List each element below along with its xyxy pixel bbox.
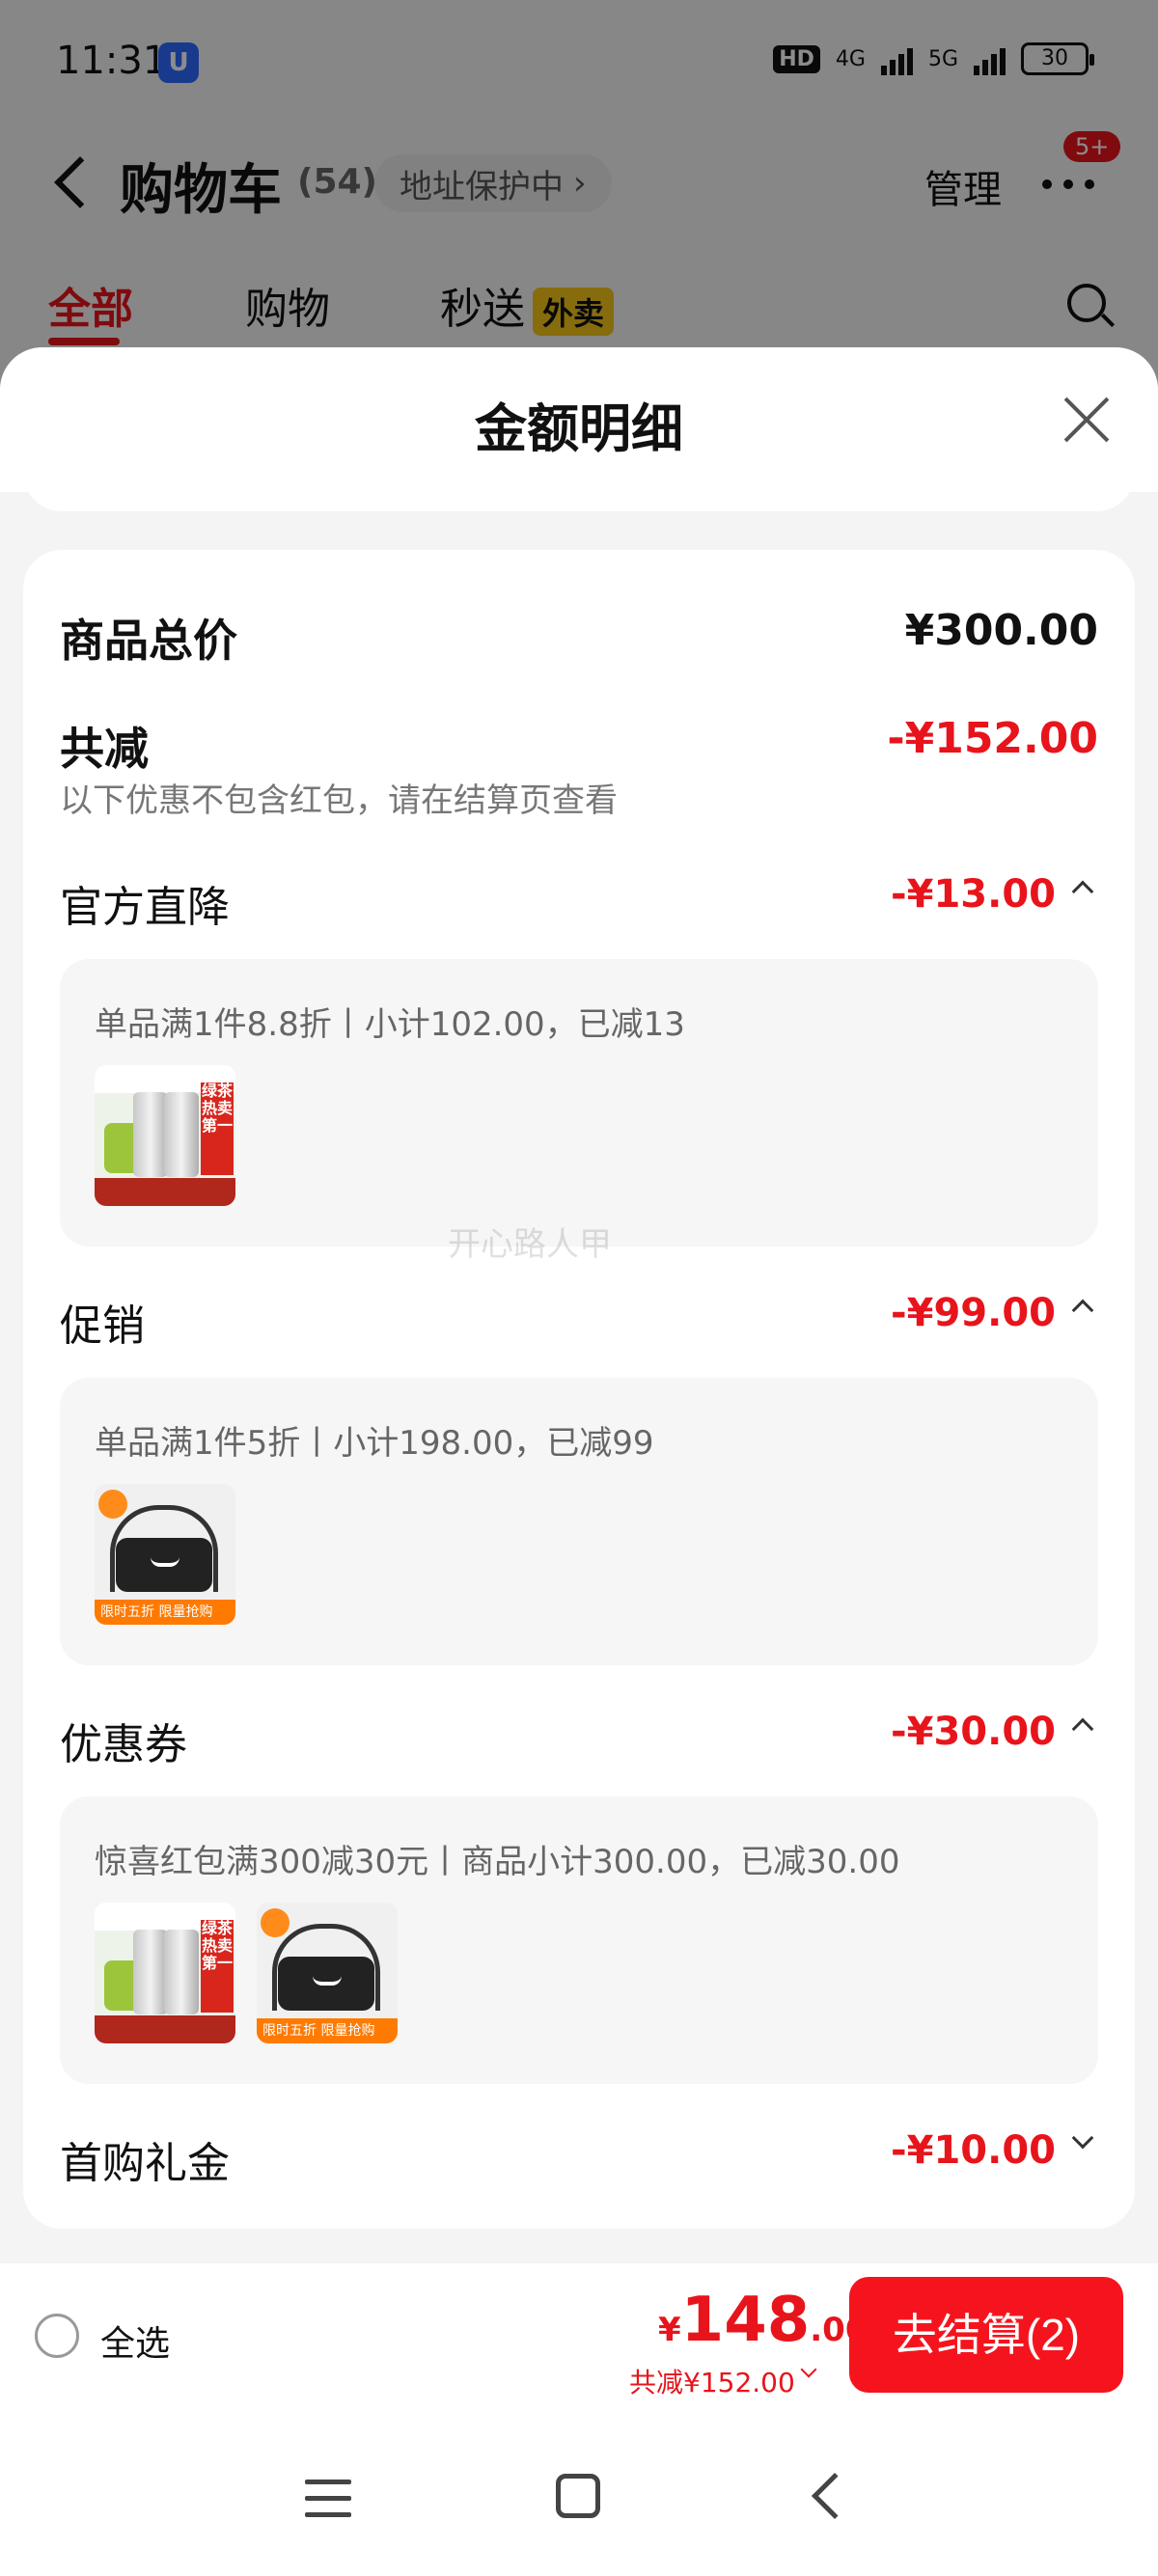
product-tag-tea: 绿茶热卖第一 — [201, 1082, 234, 1175]
goods-total-value: ¥300.00 — [904, 606, 1098, 655]
goods-total-row: 商品总价 ¥300.00 — [60, 606, 1098, 667]
total-price: ¥ 148 .00 — [658, 2285, 868, 2356]
section-label: 促销 — [60, 1302, 145, 1351]
system-nav-bar — [0, 2408, 1158, 2576]
total-discount-value: -¥152.00 — [887, 714, 1098, 763]
product-thumbnail-bag[interactable]: 限时五折 限量抢购 — [257, 1903, 398, 2043]
checkout-button[interactable]: 去结算(2) — [849, 2277, 1123, 2393]
recent-apps-icon[interactable] — [305, 2480, 351, 2518]
section-amount: -¥10.00 — [891, 2128, 1056, 2173]
product-tag-bag: 限时五折 限量抢购 — [257, 2018, 398, 2043]
close-icon[interactable] — [1062, 394, 1112, 444]
chevron-up-icon[interactable] — [1071, 1717, 1094, 1740]
product-tag-tea: 绿茶热卖第一 — [201, 1920, 234, 2013]
home-icon[interactable] — [556, 2474, 600, 2518]
section-detail-text: 单品满1件8.8折丨小计102.00，已减13 — [95, 1005, 685, 1044]
chevron-up-icon[interactable] — [1071, 880, 1094, 903]
amount-detail-sheet: 金额明细 商品总价 ¥300.00 共减 -¥152.00 以下优惠不包含红包，… — [0, 347, 1158, 2267]
saved-amount[interactable]: 共减¥152.00 — [629, 2362, 795, 2400]
chevron-up-icon[interactable] — [1071, 1299, 1094, 1322]
discount-note: 以下优惠不包含红包，请在结算页查看 — [60, 781, 618, 820]
total-discount-label: 共减 — [60, 723, 149, 775]
section-label: 首购礼金 — [60, 2139, 230, 2188]
total-discount-row: 共减 -¥152.00 以下优惠不包含红包，请在结算页查看 — [60, 714, 1098, 820]
section-detail-text: 单品满1件5折丨小计198.00，已减99 — [95, 1424, 654, 1463]
checkout-bar: 全选 ¥ 148 .00 共减¥152.00 去结算(2) — [0, 2263, 1158, 2408]
section-coupon[interactable]: 优惠券 -¥30.00 — [60, 1710, 1098, 1769]
section-detail-box: 单品满1件8.8折丨小计102.00，已减13 绿茶热卖第一 — [60, 959, 1098, 1247]
section-label: 官方直降 — [60, 883, 230, 932]
select-all-radio[interactable] — [35, 2314, 79, 2358]
product-tag-bag: 限时五折 限量抢购 — [95, 1600, 235, 1625]
total-currency: ¥ — [658, 2311, 681, 2349]
chevron-down-icon[interactable] — [1071, 2126, 1094, 2150]
section-amount: -¥13.00 — [891, 872, 1056, 917]
chevron-down-icon[interactable] — [800, 2361, 817, 2378]
section-detail-box: 单品满1件5折丨小计198.00，已减99 限时五折 限量抢购 — [60, 1378, 1098, 1665]
product-thumbnail-tea[interactable]: 绿茶热卖第一 — [95, 1903, 235, 2043]
product-thumbnail-tea[interactable]: 绿茶热卖第一 — [95, 1065, 235, 1206]
section-official-cut[interactable]: 官方直降 -¥13.00 — [60, 872, 1098, 932]
product-thumbnail-bag[interactable]: 限时五折 限量抢购 — [95, 1484, 235, 1625]
back-nav-icon[interactable] — [811, 2472, 859, 2520]
section-label: 优惠券 — [60, 1720, 187, 1769]
section-amount: -¥30.00 — [891, 1710, 1056, 1754]
section-amount: -¥99.00 — [891, 1291, 1056, 1335]
amount-detail-card: 商品总价 ¥300.00 共减 -¥152.00 以下优惠不包含红包，请在结算页… — [23, 550, 1135, 2229]
total-integer: 148 — [680, 2285, 811, 2356]
sheet-title: 金额明细 — [475, 398, 683, 459]
goods-total-label: 商品总价 — [60, 615, 237, 667]
section-first-purchase[interactable]: 首购礼金 -¥10.00 — [60, 2126, 1098, 2188]
previous-card-edge — [23, 473, 1135, 511]
section-promotion[interactable]: 促销 -¥99.00 — [60, 1291, 1098, 1351]
section-detail-box: 惊喜红包满300减30元丨商品小计300.00，已减30.00 绿茶热卖第一 限… — [60, 1796, 1098, 2084]
select-all-label[interactable]: 全选 — [100, 2316, 170, 2366]
section-detail-text: 惊喜红包满300减30元丨商品小计300.00，已减30.00 — [95, 1843, 900, 1881]
sheet-header: 金额明细 — [0, 347, 1158, 492]
watermark: 开心路人甲 — [448, 1225, 612, 1264]
